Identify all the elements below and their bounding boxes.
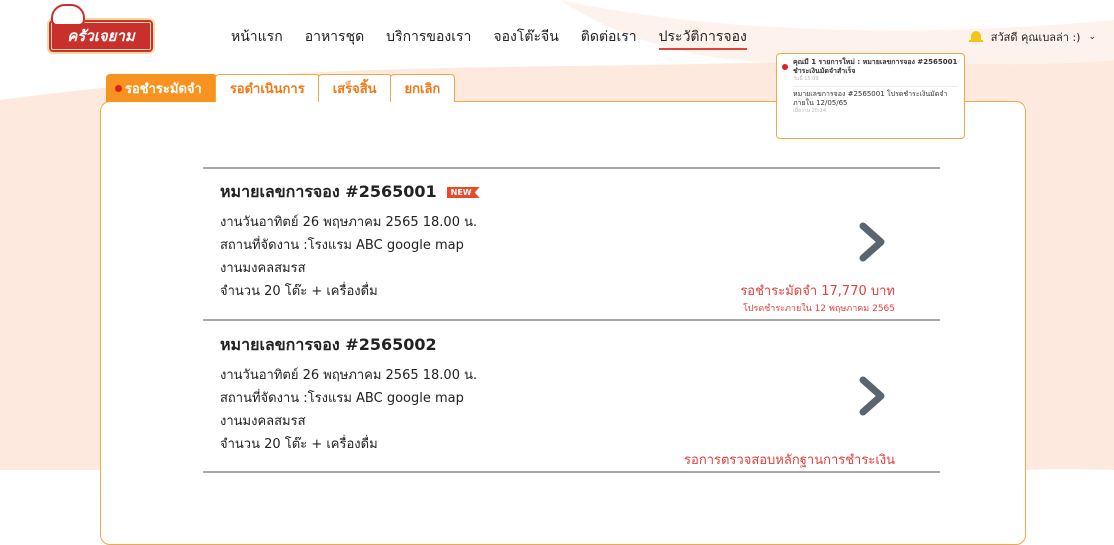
booking-item[interactable]: หมายเลขการจอง #2565002 งานวันอาทิตย์ 26 … [220,333,920,456]
notification-divider [793,86,958,87]
divider [203,167,940,169]
chevron-down-icon[interactable]: ⌄ [1088,32,1096,42]
tab-label: เสร็จสิ้น [332,82,377,97]
unread-dot-icon [782,64,788,70]
user-menu[interactable]: สวัสดี คุณเบลล่า :) ⌄ [968,28,1096,46]
logo[interactable]: ครัวเจยาม [47,4,157,58]
booking-title: หมายเลขการจอง #2565002 [220,335,437,354]
logo-text: ครัวเจยาม [67,27,135,45]
booking-event: งานมงคลสมรส [220,261,306,276]
booking-venue: สถานที่จัดงาน :โรงแรม ABC google map [220,391,464,406]
new-badge: NEW [446,187,480,198]
nav-home[interactable]: หน้าแรก [231,26,283,50]
chevron-right-icon[interactable] [855,376,889,416]
user-greeting[interactable]: สวัสดี คุณเบลล่า :) [991,28,1081,46]
tab-in-progress[interactable]: รอดำเนินการ [214,74,320,102]
notification-message: หมายเลขการจอง #2565001 โปรดชำระเงินมัดจำ… [793,90,948,107]
booking-status: รอการตรวจสอบหลักฐานการชำระเงิน [684,449,895,470]
main-nav: หน้าแรก อาหารชุด บริการของเรา จองโต๊ะจีน… [231,26,747,50]
notification-title-time: วันนี้ 15:09 [793,76,819,82]
unread-dot-icon [115,85,122,92]
divider [203,319,940,321]
notification-title: คุณมี 1 รายการใหม่ : หมายเลขการจอง #2565… [793,58,958,75]
booking-date: งานวันอาทิตย์ 26 พฤษภาคม 2565 18.00 น. [220,215,478,230]
nav-services[interactable]: บริการของเรา [386,26,471,50]
booking-status: รอชำระมัดจำ 17,770 บาท โปรดชำระภายใน 12 … [740,280,895,315]
divider [203,471,940,473]
tab-awaiting-deposit[interactable]: รอชำระมัดจำ [106,74,217,102]
tab-cancelled[interactable]: ยกเลิก [389,74,456,102]
bell-icon[interactable] [968,30,983,44]
notification-message-time: เมื่อวาน 20:14 [793,108,827,114]
chef-hat-icon [51,4,85,26]
notification-popup[interactable]: คุณมี 1 รายการใหม่ : หมายเลขการจอง #2565… [776,53,965,139]
status-tabs: รอชำระมัดจำ รอดำเนินการ เสร็จสิ้น ยกเลิก [106,74,456,102]
chevron-right-icon[interactable] [855,222,889,262]
tab-label: รอดำเนินการ [229,82,305,97]
nav-book-table[interactable]: จองโต๊ะจีน [493,26,558,50]
status-deadline: โปรดชำระภายใน 12 พฤษภาคม 2565 [742,304,895,314]
nav-booking-history[interactable]: ประวัติการจอง [658,26,747,50]
nav-contact[interactable]: ติดต่อเรา [581,26,637,50]
booking-venue: สถานที่จัดงาน :โรงแรม ABC google map [220,238,464,253]
booking-event: งานมงคลสมรส [220,414,306,429]
booking-title: หมายเลขการจอง #2565001 [220,182,437,201]
tab-label: รอชำระมัดจำ [125,82,202,97]
nav-set-menu[interactable]: อาหารชุด [305,26,364,50]
status-text: รอชำระมัดจำ 17,770 บาท [740,284,895,299]
tab-label: ยกเลิก [404,82,441,97]
tab-completed[interactable]: เสร็จสิ้น [317,74,392,102]
status-text: รอการตรวจสอบหลักฐานการชำระเงิน [684,453,895,468]
booking-date: งานวันอาทิตย์ 26 พฤษภาคม 2565 18.00 น. [220,368,478,383]
